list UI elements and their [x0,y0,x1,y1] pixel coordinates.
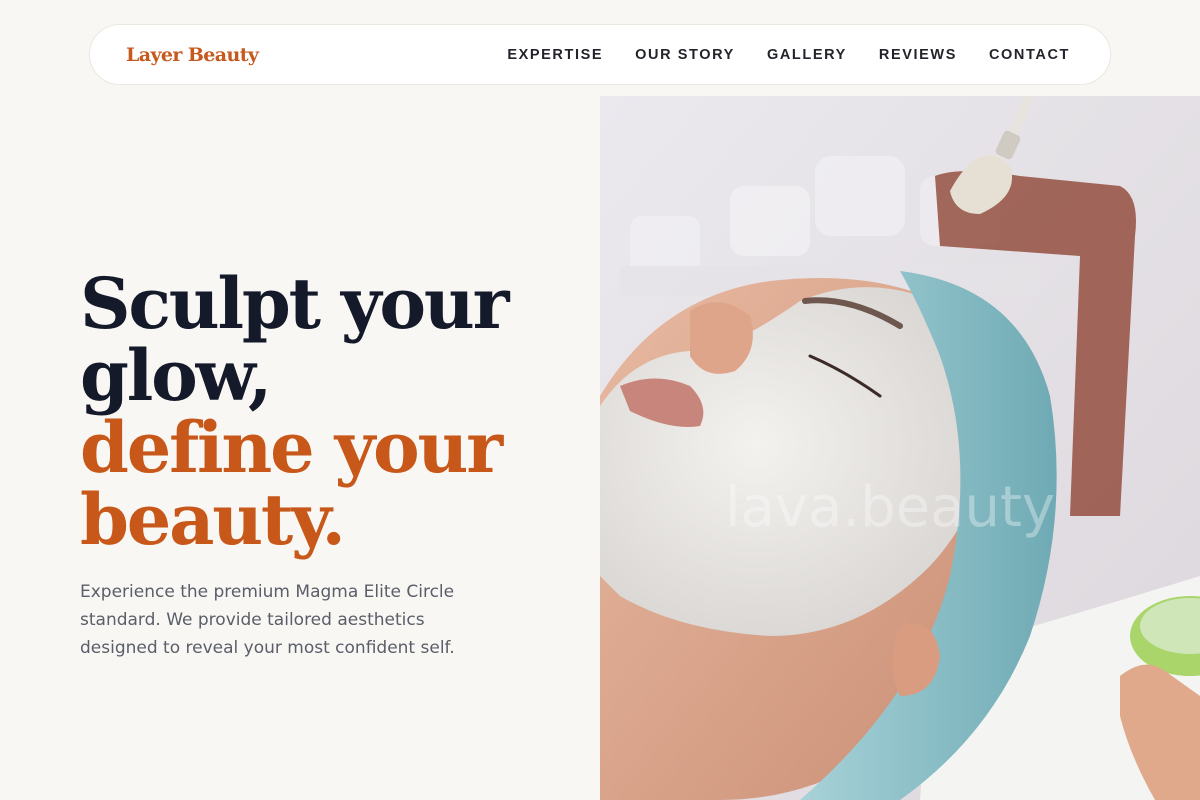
main-menu: EXPERTISE OUR STORY GALLERY REVIEWS CONT… [491,47,1086,63]
nav-link-reviews[interactable]: REVIEWS [863,47,973,63]
nav-link-expertise[interactable]: EXPERTISE [491,47,619,63]
hero-facial-treatment-image: lava.beauty [600,96,1200,800]
nav-link-gallery[interactable]: GALLERY [751,47,863,63]
image-watermark: lava.beauty [725,475,1055,540]
hero-description: Experience the premium Magma Elite Circl… [80,582,455,658]
headline-accent-line-1: define your [80,406,503,489]
nav-link-contact[interactable]: CONTACT [973,47,1086,63]
headline-accent-line-2: beauty. [80,478,346,561]
headline-line-1: Sculpt your [80,262,509,345]
top-navbar: Layer Beauty EXPERTISE OUR STORY GALLERY… [89,24,1111,85]
brand-logo[interactable]: Layer Beauty [126,44,259,66]
headline-line-2: glow, [80,334,272,417]
nav-link-our-story[interactable]: OUR STORY [619,47,751,63]
hero-headline: Sculpt your glow, define your beauty. [80,268,580,556]
